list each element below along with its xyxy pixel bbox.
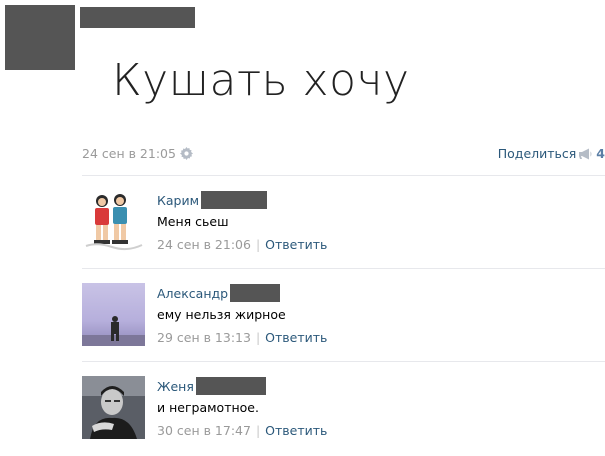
author-surname-redacted[interactable]	[201, 191, 268, 209]
comment-date[interactable]: 30 сен в 17:47	[157, 423, 251, 438]
comment-text: и неграмотное.	[157, 400, 259, 415]
share-label: Поделиться	[497, 146, 577, 161]
comment-avatar[interactable]	[82, 283, 145, 346]
comment-author[interactable]: Александр	[157, 286, 228, 301]
comment-author[interactable]: Карим	[157, 193, 199, 208]
share-count: 4	[596, 146, 605, 161]
post-date[interactable]: 24 сен в 21:05	[82, 146, 176, 161]
divider	[82, 361, 605, 362]
post-text: Кушать хочу	[112, 55, 410, 106]
comment-meta: 30 сен в 17:47 | Ответить	[157, 423, 327, 438]
comment-date[interactable]: 29 сен в 13:13	[157, 330, 251, 345]
comment-avatar[interactable]	[82, 190, 145, 253]
author-avatar-redacted[interactable]	[5, 5, 75, 70]
megaphone-icon	[578, 148, 594, 160]
separator: |	[255, 423, 261, 438]
reply-link[interactable]: Ответить	[265, 423, 327, 438]
comment-avatar[interactable]	[82, 376, 145, 439]
reply-link[interactable]: Ответить	[265, 237, 327, 252]
separator: |	[255, 237, 261, 252]
separator: |	[255, 330, 261, 345]
divider	[82, 175, 605, 176]
comment-text: Меня сьеш	[157, 214, 229, 229]
comment-text: ему нельзя жирное	[157, 307, 286, 322]
comment-meta: 29 сен в 13:13 | Ответить	[157, 330, 327, 345]
comment-body: Женя и неграмотное. 30 сен в 17:47 | Ответ…	[157, 376, 327, 438]
comment-date[interactable]: 24 сен в 21:06	[157, 237, 251, 252]
reply-link[interactable]: Ответить	[265, 330, 327, 345]
divider	[82, 268, 605, 269]
comment-author[interactable]: Женя	[157, 379, 194, 394]
share-button[interactable]: Поделиться 4	[498, 146, 605, 161]
post-meta: 24 сен в 21:05	[82, 146, 193, 161]
author-name-redacted[interactable]	[80, 7, 195, 28]
comment-body: Карим Меня сьеш 24 сен в 21:06 | Ответить	[157, 190, 327, 252]
comment-body: Александр ему нельзя жирное 29 сен в 13:…	[157, 283, 327, 345]
comment: Карим Меня сьеш 24 сен в 21:06 | Ответить	[82, 190, 605, 270]
gear-icon[interactable]	[179, 147, 193, 160]
author-surname-redacted[interactable]	[195, 377, 266, 395]
comment-meta: 24 сен в 21:06 | Ответить	[157, 237, 327, 252]
comment: Женя и неграмотное. 30 сен в 17:47 | Ответ…	[82, 376, 605, 456]
author-surname-redacted[interactable]	[230, 284, 281, 302]
comment: Александр ему нельзя жирное 29 сен в 13:…	[82, 283, 605, 363]
